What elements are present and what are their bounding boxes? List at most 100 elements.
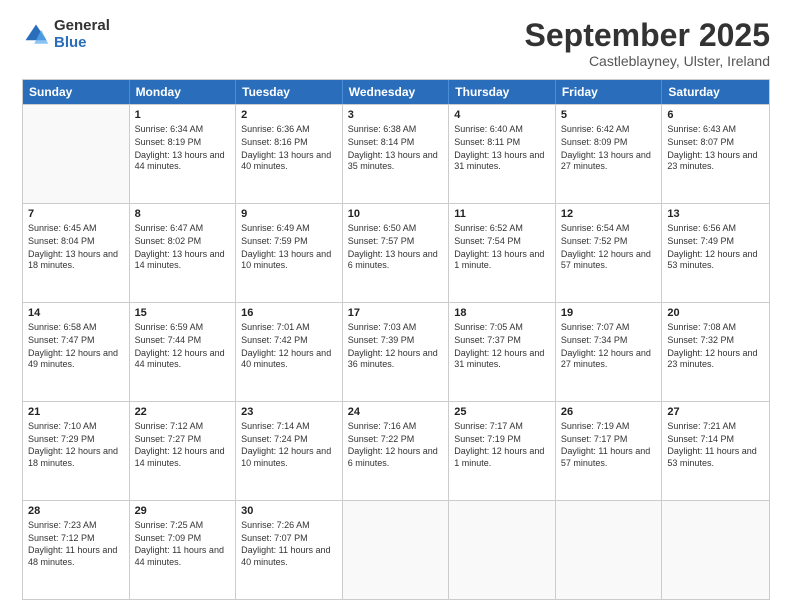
calendar-cell: 12Sunrise: 6:54 AMSunset: 7:52 PMDayligh… [556,204,663,302]
cell-daylight: Daylight: 12 hours and 18 minutes. [28,446,124,469]
cell-sunrise: Sunrise: 6:56 AM [667,223,764,235]
calendar-header: SundayMondayTuesdayWednesdayThursdayFrid… [23,80,769,104]
cell-sunset: Sunset: 7:19 PM [454,434,550,446]
title-location: Castleblayney, Ulster, Ireland [525,53,770,69]
cell-sunset: Sunset: 7:34 PM [561,335,657,347]
calendar-cell: 25Sunrise: 7:17 AMSunset: 7:19 PMDayligh… [449,402,556,500]
calendar-cell: 9Sunrise: 6:49 AMSunset: 7:59 PMDaylight… [236,204,343,302]
calendar-cell: 26Sunrise: 7:19 AMSunset: 7:17 PMDayligh… [556,402,663,500]
cell-sunrise: Sunrise: 7:07 AM [561,322,657,334]
calendar-cell: 19Sunrise: 7:07 AMSunset: 7:34 PMDayligh… [556,303,663,401]
cell-sunset: Sunset: 7:37 PM [454,335,550,347]
cell-sunrise: Sunrise: 7:19 AM [561,421,657,433]
cell-sunset: Sunset: 7:24 PM [241,434,337,446]
calendar-cell: 30Sunrise: 7:26 AMSunset: 7:07 PMDayligh… [236,501,343,599]
cell-daylight: Daylight: 13 hours and 23 minutes. [667,150,764,173]
cell-daylight: Daylight: 13 hours and 27 minutes. [561,150,657,173]
cell-sunset: Sunset: 7:14 PM [667,434,764,446]
calendar-cell [343,501,450,599]
cell-date: 27 [667,406,764,418]
calendar-cell: 21 Sunrise: 7:10 AMSunset: 7:29 PMDayligh… [23,402,130,500]
cell-date: 10 [348,208,444,220]
calendar-cell: 18Sunrise: 7:05 AMSunset: 7:37 PMDayligh… [449,303,556,401]
cell-date: 24 [348,406,444,418]
page: General Blue September 2025 Castleblayne… [0,0,792,612]
calendar-cell: 2Sunrise: 6:36 AMSunset: 8:16 PMDaylight… [236,105,343,203]
cell-date: 5 [561,109,657,121]
cell-sunset: Sunset: 7:59 PM [241,236,337,248]
calendar-cell: 5Sunrise: 6:42 AMSunset: 8:09 PMDaylight… [556,105,663,203]
title-month: September 2025 [525,18,770,53]
cell-daylight: Daylight: 12 hours and 1 minute. [454,446,550,469]
cell-daylight: Daylight: 13 hours and 44 minutes. [135,150,231,173]
cell-date: 20 [667,307,764,319]
calendar-cell: 22Sunrise: 7:12 AMSunset: 7:27 PMDayligh… [130,402,237,500]
calendar-cell: 28Sunrise: 7:23 AMSunset: 7:12 PMDayligh… [23,501,130,599]
calendar-header-cell: Monday [130,80,237,104]
calendar-header-cell: Thursday [449,80,556,104]
calendar-cell: 14Sunrise: 6:58 AMSunset: 7:47 PMDayligh… [23,303,130,401]
calendar-header-cell: Friday [556,80,663,104]
calendar-cell: 11Sunrise: 6:52 AMSunset: 7:54 PMDayligh… [449,204,556,302]
cell-sunrise: Sunrise: 7:16 AM [348,421,444,433]
cell-sunrise: Sunrise: 7:10 AM [28,421,124,433]
calendar-cell: 17Sunrise: 7:03 AMSunset: 7:39 PMDayligh… [343,303,450,401]
cell-sunset: Sunset: 8:19 PM [135,137,231,149]
cell-daylight: Daylight: 13 hours and 14 minutes. [135,249,231,272]
calendar-cell: 4Sunrise: 6:40 AMSunset: 8:11 PMDaylight… [449,105,556,203]
cell-daylight: Daylight: 11 hours and 40 minutes. [241,545,337,568]
calendar-cell [556,501,663,599]
cell-sunrise: Sunrise: 6:50 AM [348,223,444,235]
cell-sunrise: Sunrise: 6:36 AM [241,124,337,136]
cell-date: 7 [28,208,124,220]
header: General Blue September 2025 Castleblayne… [22,18,770,69]
calendar: SundayMondayTuesdayWednesdayThursdayFrid… [22,79,770,600]
cell-daylight: Daylight: 12 hours and 40 minutes. [241,348,337,371]
calendar-cell: 3Sunrise: 6:38 AMSunset: 8:14 PMDaylight… [343,105,450,203]
cell-daylight: Daylight: 12 hours and 44 minutes. [135,348,231,371]
cell-sunset: Sunset: 7:54 PM [454,236,550,248]
cell-daylight: Daylight: 12 hours and 31 minutes. [454,348,550,371]
cell-sunset: Sunset: 7:29 PM [28,434,124,446]
calendar-header-cell: Tuesday [236,80,343,104]
cell-sunset: Sunset: 7:32 PM [667,335,764,347]
cell-daylight: Daylight: 12 hours and 36 minutes. [348,348,444,371]
cell-sunset: Sunset: 7:47 PM [28,335,124,347]
cell-sunrise: Sunrise: 7:14 AM [241,421,337,433]
cell-date: 29 [135,505,231,517]
cell-daylight: Daylight: 12 hours and 10 minutes. [241,446,337,469]
cell-sunset: Sunset: 7:42 PM [241,335,337,347]
cell-date: 15 [135,307,231,319]
cell-daylight: Daylight: 13 hours and 35 minutes. [348,150,444,173]
cell-sunset: Sunset: 8:04 PM [28,236,124,248]
cell-daylight: Daylight: 12 hours and 6 minutes. [348,446,444,469]
cell-sunset: Sunset: 7:27 PM [135,434,231,446]
cell-sunset: Sunset: 7:39 PM [348,335,444,347]
cell-date: 4 [454,109,550,121]
cell-daylight: Daylight: 12 hours and 23 minutes. [667,348,764,371]
cell-sunrise: Sunrise: 6:47 AM [135,223,231,235]
cell-date: 26 [561,406,657,418]
calendar-row: 28Sunrise: 7:23 AMSunset: 7:12 PMDayligh… [23,500,769,599]
cell-sunrise: Sunrise: 6:52 AM [454,223,550,235]
cell-daylight: Daylight: 11 hours and 44 minutes. [135,545,231,568]
cell-daylight: Daylight: 13 hours and 6 minutes. [348,249,444,272]
calendar-row: 14Sunrise: 6:58 AMSunset: 7:47 PMDayligh… [23,302,769,401]
calendar-header-cell: Saturday [662,80,769,104]
cell-date: 12 [561,208,657,220]
logo-general-text: General [54,18,110,35]
cell-daylight: Daylight: 12 hours and 53 minutes. [667,249,764,272]
cell-sunrise: Sunrise: 7:12 AM [135,421,231,433]
cell-sunset: Sunset: 7:17 PM [561,434,657,446]
cell-sunset: Sunset: 7:44 PM [135,335,231,347]
calendar-cell: 15Sunrise: 6:59 AMSunset: 7:44 PMDayligh… [130,303,237,401]
calendar-cell: 6Sunrise: 6:43 AMSunset: 8:07 PMDaylight… [662,105,769,203]
cell-daylight: Daylight: 11 hours and 53 minutes. [667,446,764,469]
logo-text: General Blue [54,18,110,51]
cell-date: 21 [28,406,124,418]
calendar-cell [449,501,556,599]
cell-sunrise: Sunrise: 7:01 AM [241,322,337,334]
cell-date: 1 [135,109,231,121]
cell-sunset: Sunset: 7:12 PM [28,533,124,545]
cell-sunrise: Sunrise: 7:17 AM [454,421,550,433]
